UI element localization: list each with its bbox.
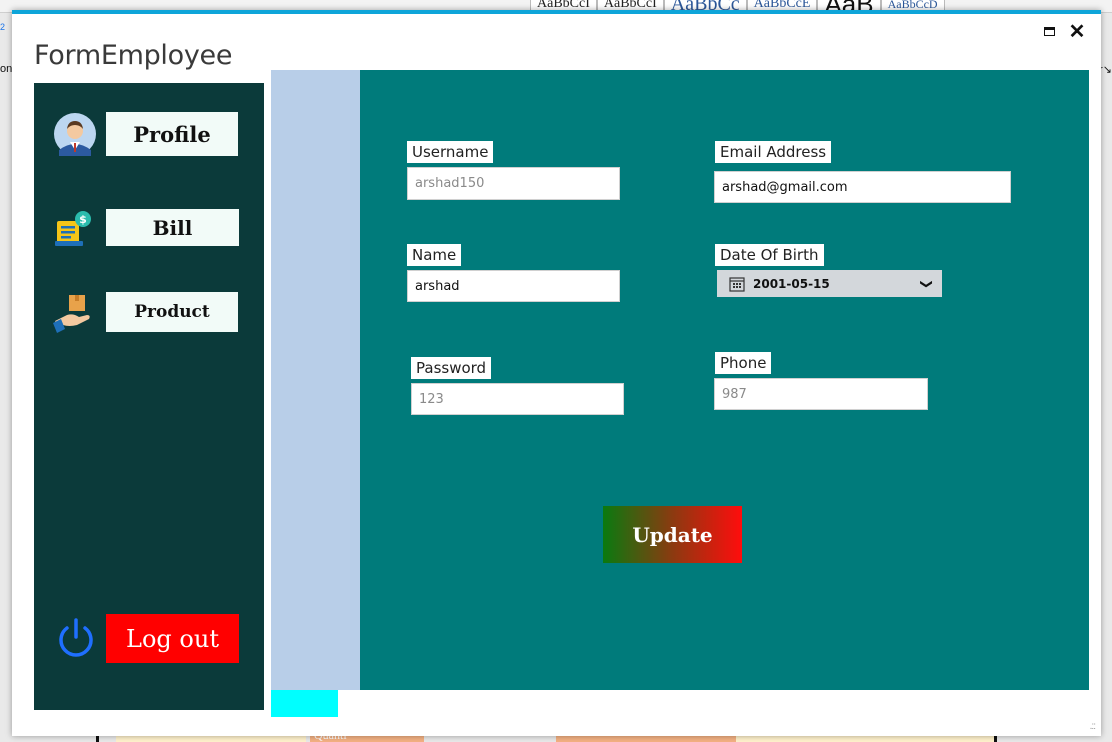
password-input[interactable] xyxy=(411,383,624,415)
power-icon xyxy=(59,618,93,657)
calendar-icon xyxy=(729,276,745,292)
profile-form-panel: Username Email Address Name Date Of Birt… xyxy=(360,70,1089,690)
close-button[interactable]: ✕ xyxy=(1066,20,1088,43)
dob-value: 2001-05-15 xyxy=(753,276,830,291)
chevron-down-icon: ❯ xyxy=(919,278,934,289)
update-button[interactable]: Update xyxy=(603,506,742,563)
product-hand-icon xyxy=(53,295,90,333)
sidebar: Profile $ Bill Product Log out xyxy=(34,83,264,710)
sidebar-item-bill[interactable]: Bill xyxy=(106,209,239,246)
phone-input[interactable] xyxy=(714,378,928,410)
content-side-strip xyxy=(271,70,361,690)
background-text: r↘ xyxy=(1099,64,1112,76)
background-text: 2 xyxy=(0,22,6,32)
cyan-tab xyxy=(271,690,338,717)
email-input[interactable] xyxy=(714,171,1011,203)
name-input[interactable] xyxy=(407,270,620,302)
sidebar-item-product[interactable]: Product xyxy=(106,292,238,332)
email-label: Email Address xyxy=(715,141,832,163)
maximize-button[interactable] xyxy=(1038,20,1060,42)
user-avatar-icon xyxy=(54,113,96,156)
maximize-icon xyxy=(1043,26,1055,36)
form-employee-window: FormEmployee ✕ .:: Profile $ Bill Produc… xyxy=(12,10,1101,736)
username-label: Username xyxy=(407,141,494,163)
phone-label: Phone xyxy=(715,352,772,374)
resize-grip-icon[interactable]: .:: xyxy=(1090,721,1096,732)
svg-text:$: $ xyxy=(79,213,87,226)
dob-picker[interactable]: 2001-05-15 ❯ xyxy=(717,270,942,297)
background-text: on xyxy=(0,63,13,75)
window-title: FormEmployee xyxy=(34,40,233,71)
name-label: Name xyxy=(407,244,462,266)
sidebar-item-profile[interactable]: Profile xyxy=(106,112,238,156)
username-input[interactable] xyxy=(407,167,620,200)
password-label: Password xyxy=(411,357,492,379)
dob-label: Date Of Birth xyxy=(715,244,824,266)
logout-button[interactable]: Log out xyxy=(106,614,239,663)
bill-icon: $ xyxy=(55,211,91,246)
